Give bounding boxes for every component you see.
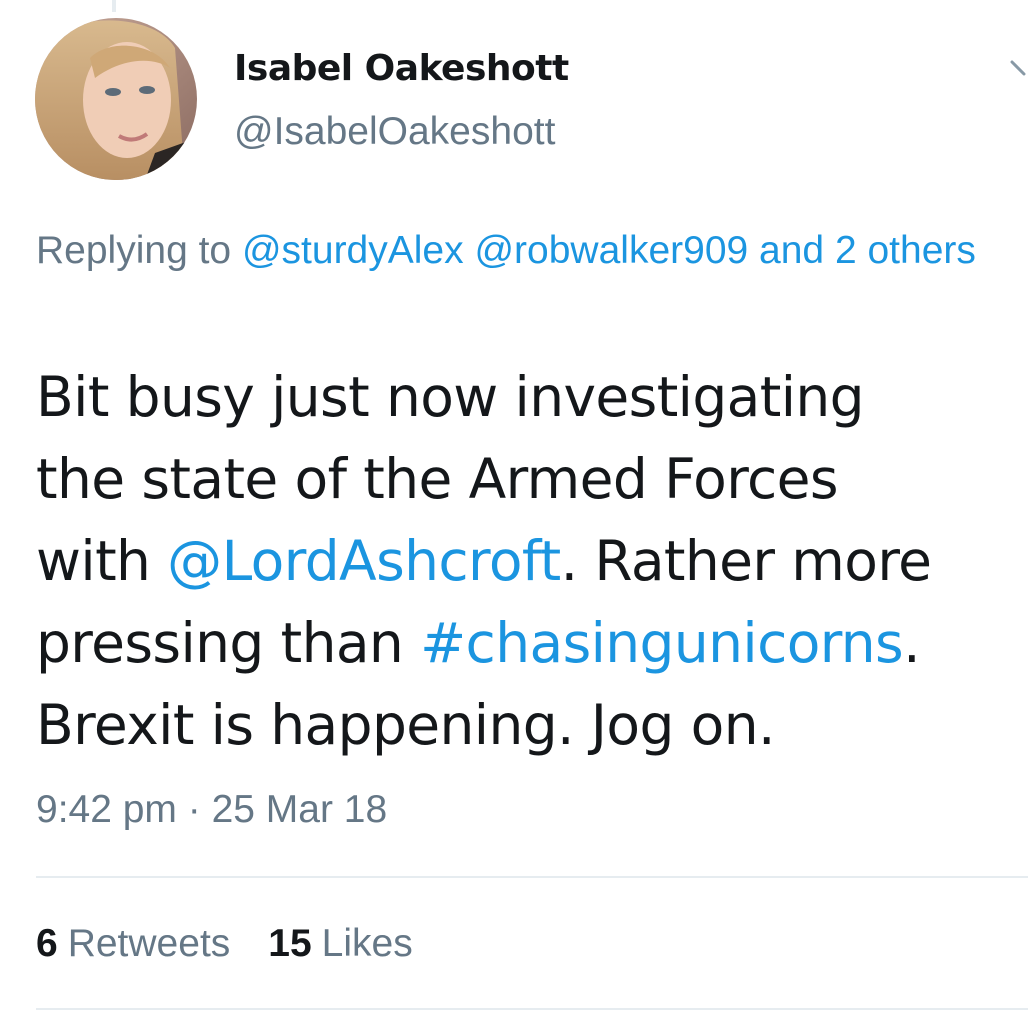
- tweet-line: pressing than #chasingunicorns.: [36, 602, 1026, 684]
- likes-stat[interactable]: 15 Likes: [268, 922, 412, 965]
- profile-photo: [35, 18, 197, 180]
- author-display-name[interactable]: Isabel Oakeshott: [234, 48, 569, 89]
- reply-others-link[interactable]: and 2 others: [759, 229, 976, 272]
- reply-context: Replying to @sturdyAlex @robwalker909 an…: [36, 222, 996, 280]
- likes-label: Likes: [321, 922, 413, 965]
- avatar[interactable]: [35, 18, 197, 180]
- retweets-count: 6: [36, 922, 58, 965]
- author-handle[interactable]: @IsabelOakeshott: [234, 110, 555, 154]
- thread-connector-line: [112, 0, 116, 12]
- retweets-stat[interactable]: 6 Retweets: [36, 922, 230, 965]
- retweets-label: Retweets: [67, 922, 231, 965]
- divider: [36, 1008, 1028, 1010]
- tweet-timestamp[interactable]: 9:42 pm · 25 Mar 18: [36, 788, 387, 832]
- tweet-text-segment: . Rather more: [560, 529, 932, 593]
- reply-prefix: Replying to: [36, 229, 242, 272]
- tweet-text-segment: pressing than: [36, 611, 421, 675]
- tweet-text-segment: .: [903, 611, 921, 675]
- tweet-line: the state of the Armed Forces: [36, 447, 839, 511]
- tweet-stats: 6 Retweets 15 Likes: [36, 922, 413, 966]
- tweet-line: Bit busy just now investigating: [36, 365, 865, 429]
- tweet-line: Brexit is happening. Jog on.: [36, 693, 775, 757]
- tweet-text-segment: with: [36, 529, 168, 593]
- mention-lordashcroft[interactable]: @LordAshcroft: [167, 529, 561, 593]
- mention-robwalker909[interactable]: @robwalker909: [474, 229, 748, 272]
- divider: [36, 876, 1028, 878]
- chevron-down-icon[interactable]: [1010, 54, 1028, 78]
- likes-count: 15: [268, 922, 312, 965]
- mention-sturdyalex[interactable]: @sturdyAlex: [242, 229, 464, 272]
- hashtag-chasingunicorns[interactable]: #chasingunicorns: [420, 611, 904, 675]
- tweet-text: Bit busy just now investigating the stat…: [36, 356, 1026, 766]
- tweet-line: with @LordAshcroft. Rather more: [36, 520, 1026, 602]
